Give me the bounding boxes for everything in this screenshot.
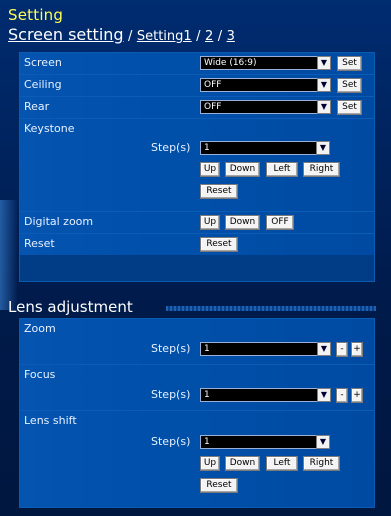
row-screen: Screen Wide (16:9) ▼ Set bbox=[20, 53, 374, 75]
focus-plus-button[interactable]: + bbox=[351, 388, 363, 403]
ceiling-select-value: OFF bbox=[204, 80, 222, 90]
row-rear: Rear OFF ▼ Set bbox=[20, 97, 374, 119]
zoom-plus-button[interactable]: + bbox=[351, 342, 363, 357]
breadcrumb-separator: / bbox=[217, 29, 223, 44]
rear-select[interactable]: OFF ▼ bbox=[200, 100, 331, 114]
screen-label: Screen bbox=[24, 56, 62, 69]
zoom-label: Zoom bbox=[24, 322, 56, 335]
lens-shift-step-select[interactable]: 1 ▼ bbox=[200, 435, 330, 449]
screen-setting-panel: Screen Wide (16:9) ▼ Set Ceiling OFF ▼ S… bbox=[19, 52, 375, 282]
screen-select-value: Wide (16:9) bbox=[204, 58, 257, 68]
zoom-minus-button[interactable]: - bbox=[336, 342, 348, 357]
row-lens-shift: Lens shift Step(s) 1 ▼ Up Down Left Righ… bbox=[20, 411, 374, 507]
row-focus: Focus Step(s) 1 ▼ - + bbox=[20, 365, 374, 411]
digital-zoom-off-button[interactable]: OFF bbox=[266, 215, 294, 230]
lens-shift-up-button[interactable]: Up bbox=[200, 456, 220, 471]
focus-step-select[interactable]: 1 ▼ bbox=[200, 388, 331, 402]
zoom-step-label: Step(s) bbox=[151, 342, 191, 355]
screen-select[interactable]: Wide (16:9) ▼ bbox=[200, 56, 331, 70]
lens-adjustment-title: Lens adjustment bbox=[8, 298, 133, 316]
breadcrumb-separator: / bbox=[196, 29, 201, 44]
focus-label: Focus bbox=[24, 368, 56, 381]
lens-adjustment-panel: Zoom Step(s) 1 ▼ - + Focus Step(s) 1 ▼ -… bbox=[19, 318, 375, 508]
row-keystone: Keystone Step(s) 1 ▼ Up Down Left Right … bbox=[20, 119, 374, 212]
reset-button[interactable]: Reset bbox=[200, 237, 238, 252]
keystone-step-label: Step(s) bbox=[151, 141, 191, 154]
ceiling-label: Ceiling bbox=[24, 78, 62, 91]
focus-minus-button[interactable]: - bbox=[336, 388, 348, 403]
focus-step-value: 1 bbox=[204, 390, 210, 400]
lens-shift-left-button[interactable]: Left bbox=[266, 456, 298, 471]
chevron-down-icon[interactable]: ▼ bbox=[317, 56, 331, 70]
reset-label: Reset bbox=[24, 237, 55, 250]
keystone-right-button[interactable]: Right bbox=[303, 162, 340, 177]
lens-shift-reset-button[interactable]: Reset bbox=[200, 478, 238, 493]
row-ceiling: Ceiling OFF ▼ Set bbox=[20, 75, 374, 97]
row-reset: Reset Reset bbox=[20, 234, 374, 255]
keystone-step-select[interactable]: 1 ▼ bbox=[200, 141, 330, 155]
link-page-3[interactable]: 3 bbox=[227, 29, 235, 44]
lens-shift-step-value: 1 bbox=[204, 437, 210, 447]
keystone-up-button[interactable]: Up bbox=[200, 162, 220, 177]
focus-step-label: Step(s) bbox=[151, 388, 191, 401]
chevron-down-icon[interactable]: ▼ bbox=[317, 100, 331, 114]
breadcrumb-separator: / bbox=[128, 29, 133, 44]
row-zoom: Zoom Step(s) 1 ▼ - + bbox=[20, 319, 374, 365]
rear-select-value: OFF bbox=[204, 102, 222, 112]
breadcrumb-current: Screen setting bbox=[8, 25, 124, 44]
page-title: Setting bbox=[8, 6, 64, 24]
chevron-down-icon[interactable]: ▼ bbox=[317, 388, 331, 402]
keystone-reset-button[interactable]: Reset bbox=[200, 184, 238, 199]
breadcrumb: Screen setting / Setting1 / 2 / 3 bbox=[8, 25, 235, 44]
decorative-glow bbox=[0, 200, 18, 310]
zoom-step-select[interactable]: 1 ▼ bbox=[200, 342, 331, 356]
link-setting1[interactable]: Setting1 bbox=[137, 29, 192, 44]
keystone-label: Keystone bbox=[24, 122, 75, 135]
chevron-down-icon[interactable]: ▼ bbox=[316, 435, 330, 449]
lens-shift-down-button[interactable]: Down bbox=[225, 456, 260, 471]
keystone-left-button[interactable]: Left bbox=[266, 162, 298, 177]
screen-set-button[interactable]: Set bbox=[337, 56, 362, 71]
zoom-step-value: 1 bbox=[204, 344, 210, 354]
lens-shift-step-label: Step(s) bbox=[151, 435, 191, 448]
lens-shift-label: Lens shift bbox=[24, 414, 77, 427]
digital-zoom-label: Digital zoom bbox=[24, 215, 94, 228]
keystone-down-button[interactable]: Down bbox=[225, 162, 260, 177]
rear-label: Rear bbox=[24, 100, 50, 113]
decorative-divider bbox=[166, 306, 376, 311]
chevron-down-icon[interactable]: ▼ bbox=[317, 78, 331, 92]
ceiling-select[interactable]: OFF ▼ bbox=[200, 78, 331, 92]
ceiling-set-button[interactable]: Set bbox=[337, 78, 362, 93]
keystone-step-value: 1 bbox=[204, 143, 210, 153]
chevron-down-icon[interactable]: ▼ bbox=[316, 141, 330, 155]
link-page-2[interactable]: 2 bbox=[205, 29, 213, 44]
chevron-down-icon[interactable]: ▼ bbox=[317, 342, 331, 356]
row-digital-zoom: Digital zoom Up Down OFF bbox=[20, 212, 374, 234]
digital-zoom-up-button[interactable]: Up bbox=[200, 215, 220, 230]
lens-shift-right-button[interactable]: Right bbox=[303, 456, 340, 471]
rear-set-button[interactable]: Set bbox=[337, 100, 362, 115]
digital-zoom-down-button[interactable]: Down bbox=[225, 215, 260, 230]
